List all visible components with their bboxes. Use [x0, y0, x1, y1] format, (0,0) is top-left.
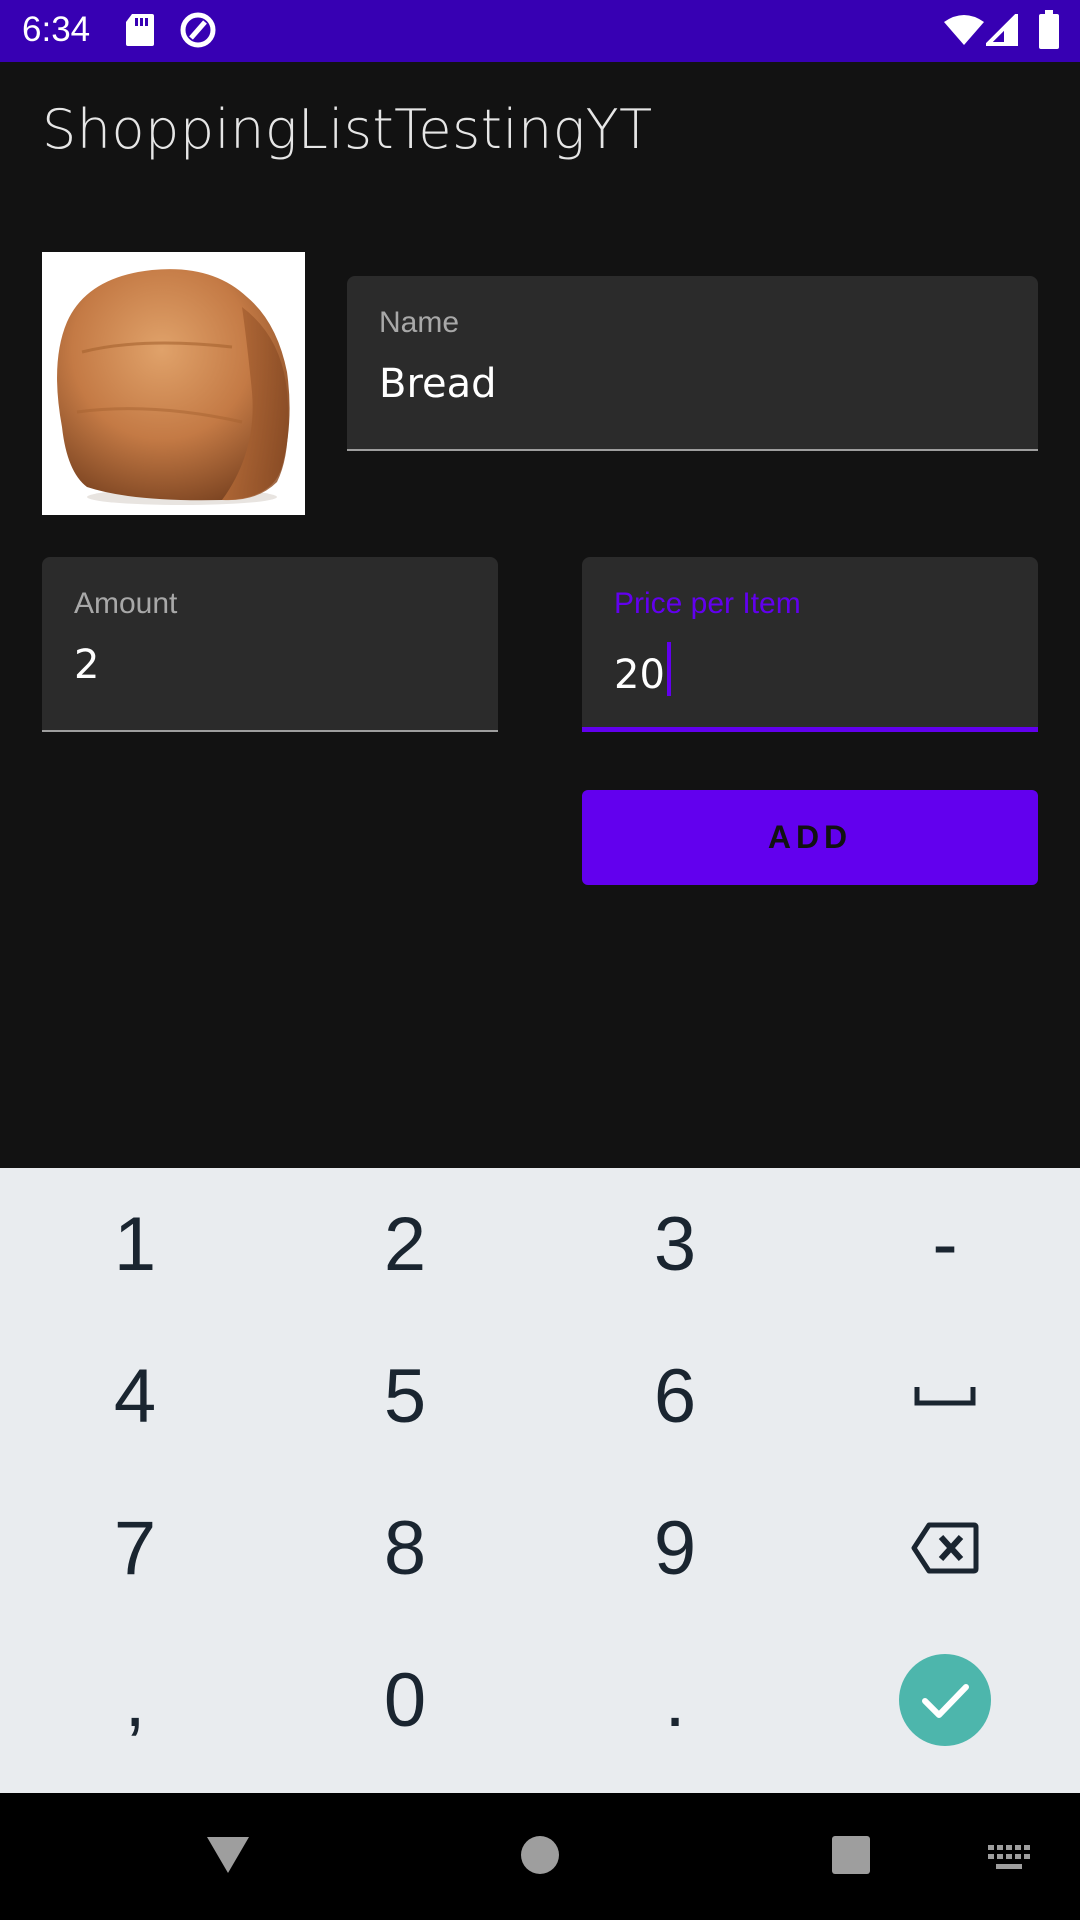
name-field-underline [347, 449, 1038, 451]
sd-card-icon [124, 12, 156, 52]
key-1[interactable]: 1 [0, 1168, 270, 1320]
key-2[interactable]: 2 [270, 1168, 540, 1320]
keyboard-switch-icon[interactable] [988, 1845, 1030, 1875]
amount-field-underline [42, 730, 498, 732]
cell-signal-icon [983, 11, 1018, 50]
amount-field-value: 2 [74, 642, 100, 688]
backspace-icon [911, 1522, 979, 1574]
key-8[interactable]: 8 [270, 1472, 540, 1624]
key-5[interactable]: 5 [270, 1320, 540, 1472]
space-icon [914, 1387, 976, 1406]
battery-icon [1038, 10, 1060, 54]
price-field-value: 20 [614, 652, 665, 698]
amount-field-label: Amount [74, 587, 178, 620]
price-field-underline [582, 727, 1038, 732]
home-icon[interactable] [520, 1835, 560, 1879]
price-per-item-field[interactable]: Price per Item 20 [582, 557, 1038, 732]
key-comma[interactable]: , [0, 1624, 270, 1776]
key-7[interactable]: 7 [0, 1472, 270, 1624]
key-period[interactable]: . [540, 1624, 810, 1776]
key-backspace[interactable] [810, 1472, 1080, 1624]
bread-image[interactable] [42, 252, 305, 515]
text-cursor [666, 642, 671, 696]
wifi-icon [944, 14, 984, 50]
key-minus[interactable]: - [810, 1168, 1080, 1320]
data-saver-icon [178, 10, 218, 54]
app-title: ShoppingListTestingYT [42, 98, 653, 161]
name-field-value: Bread [379, 361, 497, 407]
name-field[interactable]: Name Bread [347, 276, 1038, 451]
key-0[interactable]: 0 [270, 1624, 540, 1776]
price-field-label: Price per Item [614, 587, 801, 620]
key-6[interactable]: 6 [540, 1320, 810, 1472]
key-done[interactable] [810, 1624, 1080, 1776]
checkmark-icon [899, 1654, 991, 1746]
key-4[interactable]: 4 [0, 1320, 270, 1472]
key-9[interactable]: 9 [540, 1472, 810, 1624]
navigation-bar [0, 1793, 1080, 1920]
amount-field[interactable]: Amount 2 [42, 557, 498, 732]
name-field-label: Name [379, 306, 460, 339]
add-button[interactable]: ADD [582, 790, 1038, 885]
status-bar: 6:34 [0, 0, 1080, 62]
status-time: 6:34 [22, 10, 91, 49]
key-space[interactable] [810, 1320, 1080, 1472]
numeric-keyboard: 1 2 3 - 4 5 6 7 8 9 , 0 . [0, 1168, 1080, 1793]
recents-icon[interactable] [831, 1835, 871, 1879]
key-3[interactable]: 3 [540, 1168, 810, 1320]
back-icon[interactable] [205, 1835, 251, 1879]
price-field-value-wrap: 20 [614, 642, 671, 698]
